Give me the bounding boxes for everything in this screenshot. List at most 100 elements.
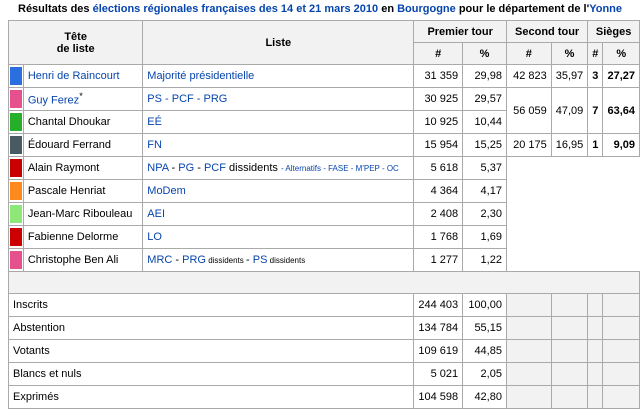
candidate-link[interactable]: Henri de Raincourt: [28, 70, 120, 82]
header-sieges-pct: %: [602, 42, 640, 65]
t1-count: 4 364: [413, 179, 464, 203]
party-color-swatch: [8, 156, 24, 180]
liste-cell[interactable]: PS - PCF - PRG: [142, 87, 415, 111]
list-link[interactable]: AEI: [147, 208, 165, 220]
t1-pct: 29,57: [462, 87, 507, 111]
spacer-cell: [8, 271, 640, 294]
liste-cell[interactable]: MoDem: [142, 179, 415, 203]
sieges-pct: 9,09: [602, 133, 640, 157]
link-bourgogne[interactable]: Bourgogne: [397, 3, 456, 15]
totals-pct: 2,05: [462, 362, 507, 386]
footnote-star: *: [79, 91, 83, 102]
list-link-pcf[interactable]: PCF: [204, 162, 226, 174]
separator: -: [172, 254, 183, 266]
t1-count: 30 925: [413, 87, 464, 111]
party-color-swatch: [8, 133, 24, 157]
tete-de-liste-cell: Chantal Dhoukar: [22, 110, 144, 134]
t1-pct: 29,98: [462, 64, 507, 88]
totals-pct: 44,85: [462, 339, 507, 363]
t2-pct: 47,09: [550, 87, 589, 134]
empty-cell: [602, 362, 640, 386]
candidate-link[interactable]: Guy Ferez: [28, 95, 79, 107]
party-color-swatch: [8, 64, 24, 88]
totals-row: Inscrits 244 403 100,00: [7, 293, 640, 317]
list-link-pg[interactable]: PG: [178, 162, 194, 174]
party-color-swatch: [8, 87, 24, 111]
link-yonne[interactable]: Yonne: [589, 3, 622, 15]
separator: -: [194, 162, 204, 174]
totals-count: 5 021: [413, 362, 464, 386]
tete-de-liste-cell[interactable]: Henri de Raincourt: [22, 64, 144, 88]
empty-cell: [505, 293, 552, 317]
tete-de-liste-cell: Fabienne Delorme: [22, 225, 144, 249]
tete-de-liste-cell[interactable]: Guy Ferez*: [22, 87, 144, 111]
t1-pct: 4,17: [462, 179, 507, 203]
empty-cell: [587, 385, 604, 409]
list-link[interactable]: EÉ: [147, 116, 162, 128]
list-link[interactable]: FN: [147, 139, 162, 151]
list-link-alternatifs[interactable]: - Alternatifs - FASE - M'PEP - OC: [281, 164, 399, 173]
liste-cell[interactable]: FN: [142, 133, 415, 157]
t1-count: 1 277: [413, 248, 464, 272]
list-link-mrc[interactable]: MRC: [147, 254, 172, 266]
empty-cell: [550, 293, 589, 317]
list-link-npa[interactable]: NPA: [147, 162, 168, 174]
liste-cell[interactable]: LO: [142, 225, 415, 249]
sieges-pct: 27,27: [602, 64, 640, 88]
tete-de-liste-cell: Pascale Henriat: [22, 179, 144, 203]
totals-row: Blancs et nuls 5 021 2,05: [7, 362, 640, 386]
party-color-swatch: [8, 248, 24, 272]
t2-pct: 35,97: [550, 64, 589, 88]
liste-cell[interactable]: NPA - PG - PCF dissidents - Alternatifs …: [142, 156, 415, 180]
empty-cell: [602, 385, 640, 409]
list-link-prg[interactable]: PRG: [182, 254, 206, 266]
liste-cell[interactable]: EÉ: [142, 110, 415, 134]
totals-count: 244 403: [413, 293, 464, 317]
tete-de-liste-cell: Jean-Marc Ribouleau: [22, 202, 144, 226]
totals-label: Inscrits: [7, 293, 415, 317]
list-suffix: dissidents: [225, 162, 281, 174]
t2-count: 20 175: [505, 133, 552, 157]
party-color-swatch: [8, 110, 24, 134]
header-liste: Liste: [142, 20, 415, 65]
totals-count: 104 598: [413, 385, 464, 409]
header-premier-tour: Premier tour: [413, 20, 507, 43]
empty-cell: [587, 339, 604, 363]
list-link-ps[interactable]: PS: [253, 254, 268, 266]
totals-count: 109 619: [413, 339, 464, 363]
empty-cell: [587, 362, 604, 386]
list-link[interactable]: Majorité présidentielle: [147, 70, 254, 82]
t1-count: 1 768: [413, 225, 464, 249]
party-color-swatch: [8, 225, 24, 249]
empty-cell: [550, 385, 589, 409]
header-t1-pct: %: [462, 42, 507, 65]
totals-label: Abstention: [7, 316, 415, 340]
totals-label: Blancs et nuls: [7, 362, 415, 386]
separator: -: [246, 254, 253, 266]
t1-pct: 2,30: [462, 202, 507, 226]
link-elections-regionales[interactable]: élections régionales françaises des 14 e…: [93, 3, 379, 15]
empty-cell: [587, 293, 604, 317]
totals-label: Votants: [7, 339, 415, 363]
totals-row: Votants 109 619 44,85: [7, 339, 640, 363]
t1-pct: 10,44: [462, 110, 507, 134]
t1-pct: 5,37: [462, 156, 507, 180]
liste-cell[interactable]: MRC - PRG dissidents - PS dissidents: [142, 248, 415, 272]
empty-cell: [505, 339, 552, 363]
sieges-count: 1: [587, 133, 604, 157]
liste-cell[interactable]: Majorité présidentielle: [142, 64, 415, 88]
t1-count: 10 925: [413, 110, 464, 134]
empty-cell: [505, 385, 552, 409]
t1-pct: 1,69: [462, 225, 507, 249]
header-t1-count: #: [413, 42, 464, 65]
list-link[interactable]: LO: [147, 231, 162, 243]
tete-de-liste-cell: Christophe Ben Ali: [22, 248, 144, 272]
t1-pct: 1,22: [462, 248, 507, 272]
list-link[interactable]: MoDem: [147, 185, 186, 197]
t1-count: 15 954: [413, 133, 464, 157]
caption-text: Résultats des: [18, 3, 93, 15]
list-link[interactable]: PS - PCF - PRG: [147, 93, 227, 105]
liste-cell[interactable]: AEI: [142, 202, 415, 226]
header-sieges: Sièges: [587, 20, 640, 43]
sieges-pct: 63,64: [602, 87, 640, 134]
